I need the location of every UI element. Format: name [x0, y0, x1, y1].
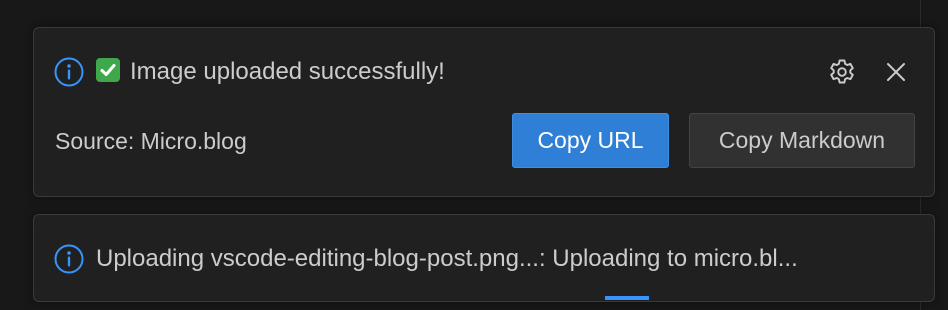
info-icon	[53, 243, 85, 275]
info-icon	[53, 56, 85, 88]
check-mark-emoji-icon	[96, 58, 120, 82]
progress-bar	[605, 296, 649, 300]
copy-url-button[interactable]: Copy URL	[512, 113, 669, 168]
notification-toast-uploading: Uploading vscode-editing-blog-post.png..…	[33, 214, 935, 302]
notification-message: Image uploaded successfully!	[96, 57, 445, 87]
notification-message-text: Image uploaded successfully!	[130, 58, 445, 85]
notification-toast-upload-success: Image uploaded successfully! Source: Mic…	[33, 27, 935, 197]
notification-source: Source: Micro.blog	[55, 128, 247, 154]
gear-icon[interactable]	[827, 57, 857, 87]
notification-message: Uploading vscode-editing-blog-post.png..…	[96, 245, 798, 272]
copy-markdown-button[interactable]: Copy Markdown	[689, 113, 915, 168]
close-icon[interactable]	[882, 58, 910, 86]
